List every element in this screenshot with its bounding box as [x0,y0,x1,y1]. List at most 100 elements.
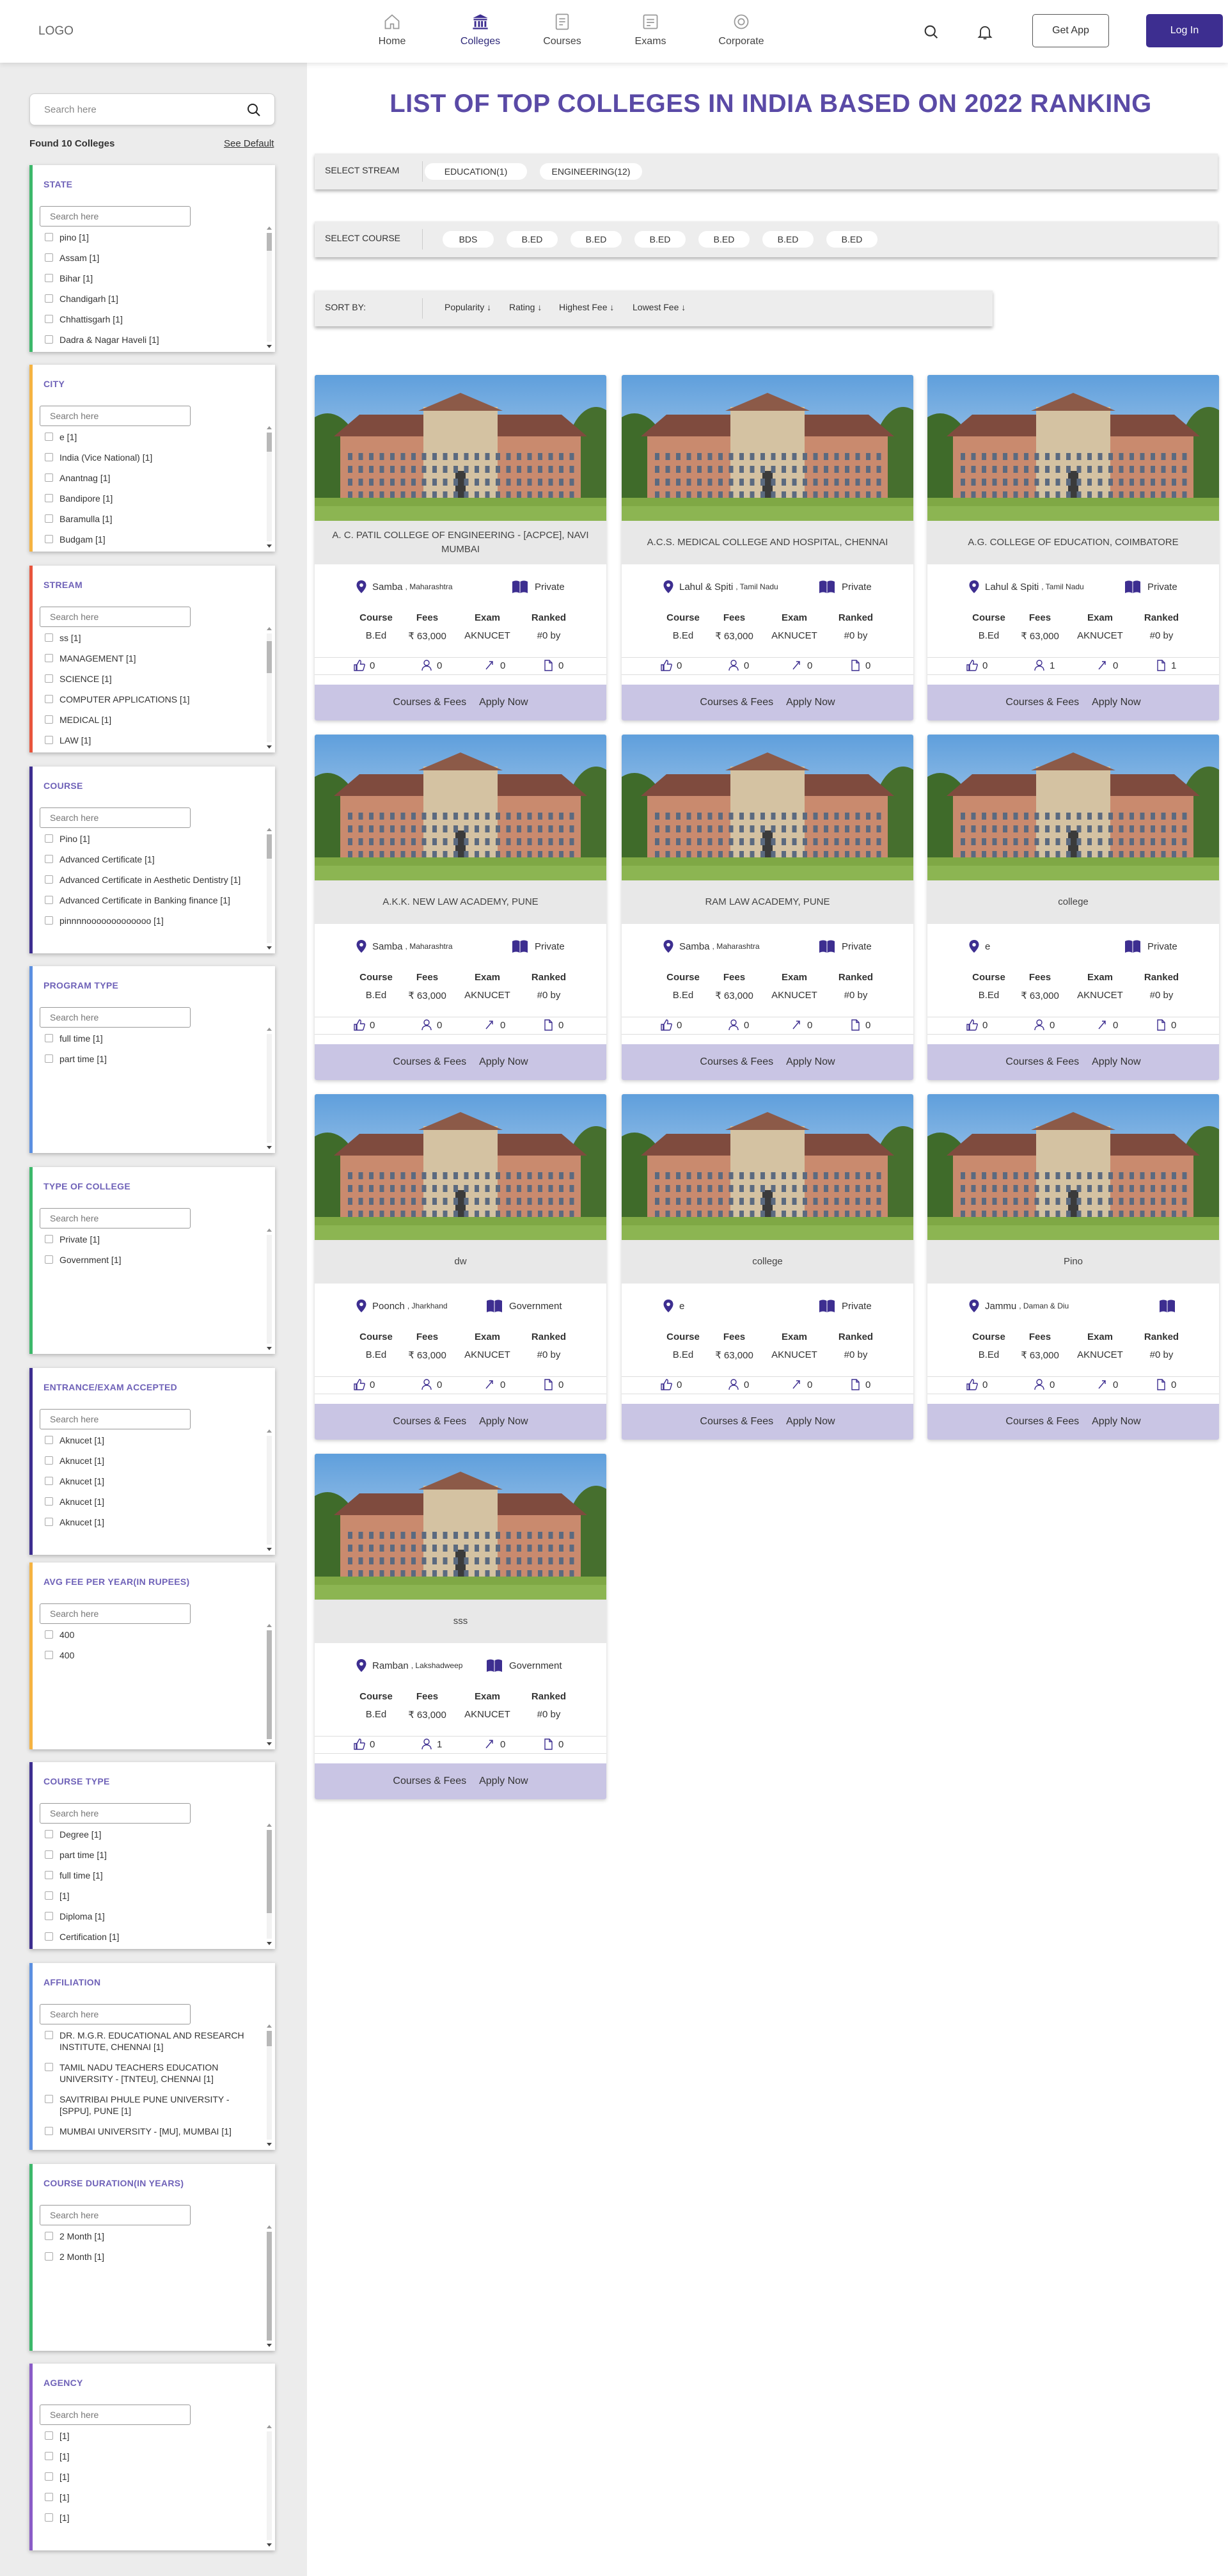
scroll-thumb[interactable] [267,1830,272,1913]
thumbs-up-icon[interactable] [660,1378,673,1391]
checkbox[interactable] [45,875,53,884]
filter-option[interactable]: [1] [45,2512,256,2524]
filter-scrollbar[interactable] [265,1624,273,1745]
shares-count[interactable]: 0 [1096,1019,1118,1031]
document-icon[interactable] [1154,1378,1167,1391]
filter-search-input[interactable]: Search here [40,1603,191,1624]
courses-fees-link[interactable]: Courses & Fees [700,1056,773,1068]
filter-option[interactable]: ss [1] [45,632,256,644]
user-icon[interactable] [420,1019,433,1031]
sort-lowest-fee[interactable]: Lowest Fee ↓ [633,302,686,312]
filter-scrollbar[interactable] [265,1028,273,1149]
stream-chip[interactable]: ENGINEERING(12) [540,163,642,180]
checkbox[interactable] [45,1054,53,1063]
thumbs-up-icon[interactable] [353,1019,366,1031]
filter-search-input[interactable]: Search here [40,807,191,828]
filter-option[interactable]: pino [1] [45,232,256,243]
checkbox[interactable] [45,1235,53,1243]
scroll-down-arrow[interactable] [267,1146,272,1149]
nav-exams[interactable]: Exams [612,13,689,55]
filter-scrollbar[interactable] [265,1228,273,1350]
apply-now-link[interactable]: Apply Now [479,1416,528,1427]
likes-count[interactable]: 0 [353,659,375,672]
scroll-up-arrow[interactable] [267,1824,272,1827]
users-count[interactable]: 1 [1033,659,1055,672]
scroll-up-arrow[interactable] [267,627,272,630]
filter-option[interactable]: full time [1] [45,1870,256,1881]
filter-option[interactable]: Chandigarh [1] [45,293,256,305]
docs-count[interactable]: 0 [542,1378,563,1391]
user-icon[interactable] [1033,1378,1046,1391]
filter-search-input[interactable]: Search here [40,2405,191,2425]
checkbox[interactable] [45,1034,53,1042]
filter-option[interactable]: e [1] [45,431,256,443]
thumbs-up-icon[interactable] [660,1019,673,1031]
share-icon[interactable] [791,659,803,672]
thumbs-up-icon[interactable] [966,1378,979,1391]
apply-now-link[interactable]: Apply Now [479,697,528,708]
apply-now-link[interactable]: Apply Now [479,1776,528,1787]
checkbox[interactable] [45,674,53,683]
see-default-link[interactable]: See Default [224,138,274,149]
nav-colleges[interactable]: Colleges [442,13,519,55]
college-name[interactable]: RAM LAW ACADEMY, PUNE [622,880,913,924]
college-card[interactable]: RAM LAW ACADEMY, PUNE Samba, Maharashtra P… [622,735,913,1080]
checkbox[interactable] [45,2031,53,2039]
course-chip[interactable]: B.ED [634,231,686,248]
filter-scrollbar[interactable] [265,1429,273,1551]
share-icon[interactable] [1096,1019,1109,1031]
login-button[interactable]: Log In [1146,14,1223,47]
filter-scrollbar[interactable] [265,627,273,749]
checkbox[interactable] [45,433,53,441]
thumbs-up-icon[interactable] [353,659,366,672]
college-name[interactable]: A. C. PATIL COLLEGE OF ENGINEERING - [AC… [315,521,606,564]
nav-corporate[interactable]: Corporate [703,13,780,55]
filter-option[interactable]: full time [1] [45,1033,256,1044]
scroll-up-arrow[interactable] [267,2024,272,2028]
checkbox[interactable] [45,2493,53,2501]
stream-chip[interactable]: EDUCATION(1) [425,163,527,180]
checkbox[interactable] [45,916,53,925]
checkbox[interactable] [45,896,53,904]
thumbs-up-icon[interactable] [660,659,673,672]
filter-search-input[interactable]: Search here [40,2205,191,2225]
filter-search-input[interactable]: Search here [40,1803,191,1824]
filter-search-input[interactable]: Search here [40,406,191,426]
sort-popularity[interactable]: Popularity ↓ [445,302,491,312]
shares-count[interactable]: 0 [484,1378,505,1391]
filter-scrollbar[interactable] [265,426,273,548]
checkbox[interactable] [45,233,53,241]
college-card[interactable]: A. C. PATIL COLLEGE OF ENGINEERING - [AC… [315,375,606,720]
nav-home[interactable]: Home [354,13,430,55]
scroll-down-arrow[interactable] [267,1347,272,1350]
docs-count[interactable]: 0 [849,1378,870,1391]
thumbs-up-icon[interactable] [353,1738,366,1751]
checkbox[interactable] [45,2431,53,2440]
checkbox[interactable] [45,2063,53,2071]
filter-option[interactable]: Advanced Certificate [1] [45,854,256,865]
likes-count[interactable]: 0 [966,659,988,672]
user-icon[interactable] [727,659,740,672]
filter-option[interactable]: Aknucet [1] [45,1516,256,1528]
share-icon[interactable] [484,1019,496,1031]
users-count[interactable]: 0 [420,1019,442,1031]
courses-fees-link[interactable]: Courses & Fees [700,1416,773,1427]
filter-search-input[interactable]: Search here [40,2004,191,2024]
checkbox[interactable] [45,1456,53,1465]
shares-count[interactable]: 0 [1096,1378,1118,1391]
docs-count[interactable]: 0 [1154,1019,1176,1031]
apply-now-link[interactable]: Apply Now [786,1056,835,1068]
scroll-up-arrow[interactable] [267,1624,272,1627]
filter-option[interactable]: TAMIL NADU TEACHERS EDUCATION UNIVERSITY… [45,2062,256,2085]
scroll-up-arrow[interactable] [267,1228,272,1232]
filter-scrollbar[interactable] [265,227,273,348]
course-chip[interactable]: B.ED [698,231,750,248]
college-card[interactable]: college e Private Course B.Ed Fees ₹ 63,000 Exa… [927,735,1219,1080]
scroll-thumb[interactable] [267,433,272,452]
courses-fees-link[interactable]: Courses & Fees [1005,697,1079,708]
user-icon[interactable] [420,659,433,672]
scroll-thumb[interactable] [267,1630,272,1739]
college-name[interactable]: dw [315,1240,606,1284]
user-icon[interactable] [1033,659,1046,672]
apply-now-link[interactable]: Apply Now [1092,697,1140,708]
